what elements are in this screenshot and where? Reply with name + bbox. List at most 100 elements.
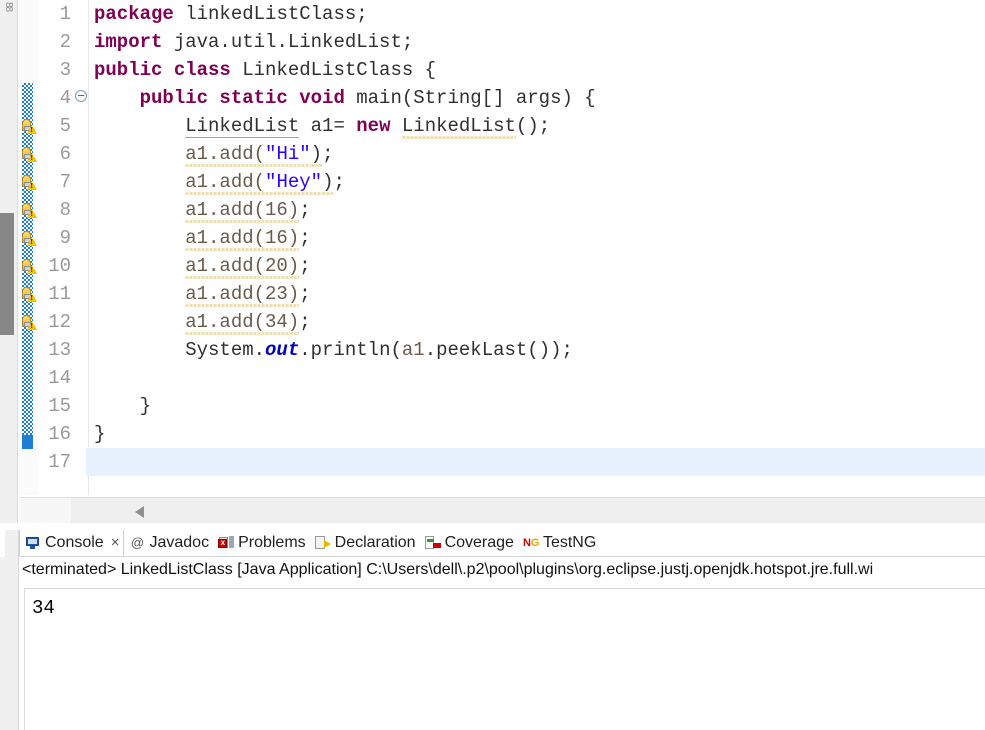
close-icon[interactable]: × [111,535,120,550]
warning-lightbulb-icon[interactable] [21,286,37,302]
code-token: a1.add(23) [185,283,300,305]
line-number-ruler: 1 2 3 4 5 6 7 8 9 10 11 12 13 14 15 16 17 [38,0,89,495]
warning-lightbulb-icon[interactable] [21,118,37,134]
code-token: ; [299,227,311,249]
line-number: 14 [48,367,71,389]
code-token: ; [299,255,311,277]
code-line[interactable]: a1.add("Hey"); [90,168,985,196]
line-number: 11 [48,283,71,305]
code-line[interactable]: a1.add("Hi"); [90,140,985,168]
bottom-left-strip [0,530,19,730]
code-token: a1.add(16) [185,227,300,249]
tab-javadoc[interactable]: @ Javadoc [124,530,213,556]
warning-lightbulb-icon[interactable] [21,202,37,218]
line-number: 3 [59,59,71,81]
code-token: public class [94,59,231,81]
console-icon [25,535,41,551]
code-line[interactable]: import java.util.LinkedList; [90,28,985,56]
code-line[interactable]: package linkedListClass; [90,0,985,28]
scrollbar-track[interactable] [71,498,985,523]
code-token: a1.add(16) [185,199,300,221]
tab-label: Problems [238,534,306,551]
tab-problems[interactable]: Problems [213,530,310,556]
code-token: a1.add(34) [185,311,300,333]
code-token: ; [322,143,334,165]
code-line[interactable]: public class LinkedListClass { [90,56,985,84]
view-tab-bar[interactable]: Console × @ Javadoc Problems Declaration Cover… [19,530,985,557]
code-line[interactable] [90,364,985,392]
code-token: package [94,3,174,25]
line-number: 9 [59,227,71,249]
tabbar-left-padding [0,530,5,557]
code-token: ; [299,199,311,221]
tab-coverage[interactable]: Coverage [420,530,518,556]
line-number: 7 [59,171,71,193]
warning-lightbulb-icon[interactable] [21,146,37,162]
warning-lightbulb-icon[interactable] [21,258,37,274]
java-source-editor[interactable]: 1234567891011121314151617 package linked… [19,0,985,523]
code-token: } [94,395,152,417]
line-number: 10 [48,255,71,277]
code-line[interactable]: System.out.println(a1.peekLast()); [90,336,985,364]
console-output-area[interactable]: 34 [24,588,985,730]
code-token: ; [333,171,345,193]
problems-icon [218,535,235,551]
editor-horizontal-scrollbar[interactable] [19,497,985,523]
scrollbar-corner [19,498,71,523]
bottom-view-panel: Console × @ Javadoc Problems Declaration Cover… [19,530,985,730]
fold-collapse-icon[interactable] [75,90,87,102]
code-line[interactable] [86,448,985,476]
code-line[interactable]: a1.add(34); [90,308,985,336]
code-line[interactable]: LinkedList a1= new LinkedList(); [90,112,985,140]
code-token: linkedListClass; [173,3,368,25]
annotation-ruler[interactable] [19,0,38,495]
line-number: 13 [48,339,71,361]
code-token: ; [299,283,311,305]
scroll-left-arrow-icon[interactable] [135,506,144,518]
tab-declaration[interactable]: Declaration [310,530,420,556]
code-token: ; [299,311,311,333]
tab-label: Coverage [444,534,514,551]
tab-label: Declaration [334,534,416,551]
line-number: 17 [48,451,71,473]
code-token: public static void [139,87,345,109]
code-canvas[interactable]: package linkedListClass; import java.util… [86,0,985,495]
line-number: 8 [59,199,71,221]
javadoc-at-icon: @ [130,535,145,550]
code-token: java.util.LinkedList; [162,31,414,53]
code-token: out [265,339,300,361]
warning-lightbulb-icon[interactable] [21,174,37,190]
launch-status-line: <terminated> LinkedListClass [Java Appli… [22,561,874,578]
vertical-scrollbar-thumb[interactable] [0,213,14,335]
code-line[interactable]: a1.add(16); [90,196,985,224]
code-line[interactable]: a1.add(20); [90,252,985,280]
fast-view-bar: 88 [0,0,18,523]
tab-console[interactable]: Console × [19,530,125,556]
warning-lightbulb-icon[interactable] [21,230,37,246]
tab-label: TestNG [542,534,597,551]
code-token: LinkedListClass { [230,59,437,81]
code-token: a1.add( [185,143,266,165]
code-token: } [94,423,106,445]
testng-icon: NG [522,537,540,549]
tab-label: Console [45,534,104,551]
code-token: System. [94,339,266,361]
code-line[interactable]: a1.add(16); [90,224,985,252]
line-number: 15 [48,395,71,417]
warning-lightbulb-icon[interactable] [21,314,37,330]
eclipse-ide-window: 88 1234567891011121314151617 package lin… [0,0,985,730]
code-line[interactable]: public static void main(String[] args) { [90,84,985,112]
code-line[interactable]: a1.add(23); [90,280,985,308]
code-line[interactable]: } [90,420,985,448]
code-line[interactable]: } [90,392,985,420]
change-bar-solid-segment [22,435,33,449]
tab-testng[interactable]: NG TestNG [518,530,600,556]
